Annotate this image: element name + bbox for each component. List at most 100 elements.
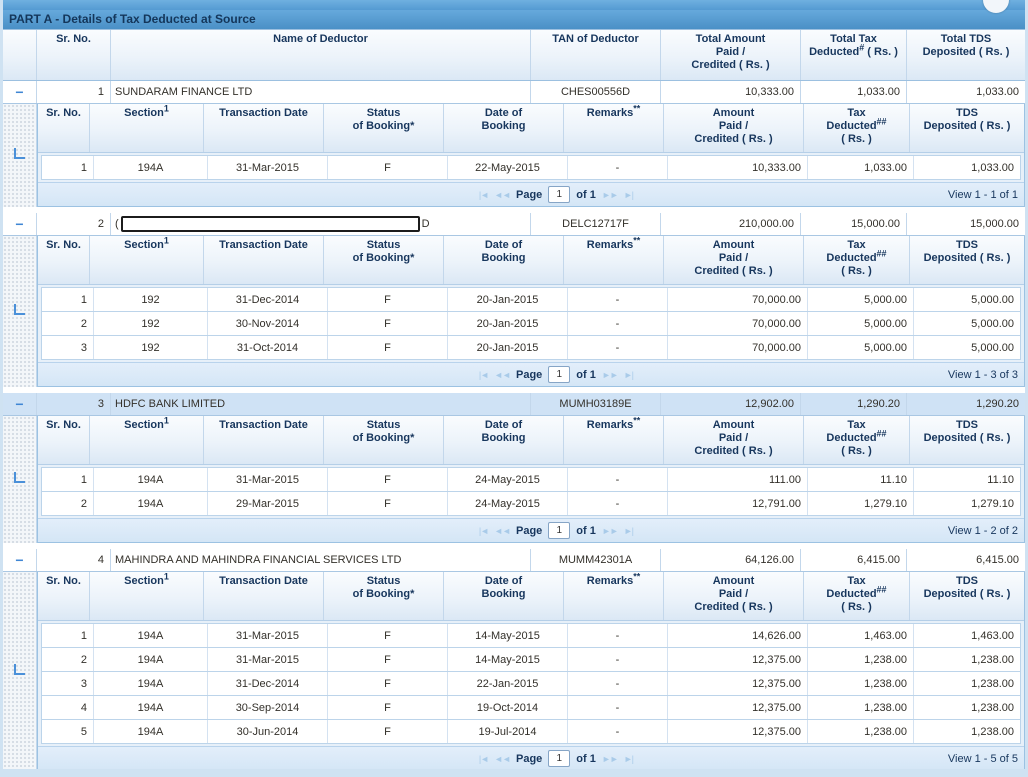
deductor-name: MAHINDRA AND MAHINDRA FINANCIAL SERVICES… xyxy=(111,549,531,571)
txn-tds: 1,238.00 xyxy=(971,725,1014,738)
prev-page-icon[interactable]: ◄◄ xyxy=(494,370,511,380)
txn-sr-no: 1 xyxy=(42,156,94,179)
subheader-amount-paid: Amount Paid / Credited ( Rs. ) xyxy=(664,416,804,464)
sub-table-header: Sr. No. Section1 Transaction Date Status… xyxy=(38,572,1024,621)
txn-tds: 1,238.00 xyxy=(971,701,1014,714)
first-page-icon[interactable]: |◄ xyxy=(479,370,489,380)
txn-amount: 12,375.00 xyxy=(668,720,808,743)
page-number-input[interactable] xyxy=(548,522,571,539)
subrows: 1 194A 31-Mar-2015 F 14-May-2015 - 14,62… xyxy=(38,621,1024,746)
subheader-tds-deposited: TDS Deposited ( Rs. ) xyxy=(923,239,1011,264)
txn-section: 192 xyxy=(94,288,208,311)
next-page-icon[interactable]: ►► xyxy=(602,370,619,380)
txn-booking-date: 20-Jan-2015 xyxy=(448,336,568,359)
subheader-amount-paid: Amount Paid / Credited ( Rs. ) xyxy=(664,572,804,620)
page-number-input[interactable] xyxy=(548,186,571,203)
txn-remarks: - xyxy=(568,492,668,515)
transaction-row: 4 194A 30-Sep-2014 F 19-Oct-2014 - 12,37… xyxy=(41,696,1021,720)
view-range-label: View 1 - 5 of 5 xyxy=(947,752,1018,765)
txn-tds: 1,238.00 xyxy=(971,653,1014,666)
prev-page-icon[interactable]: ◄◄ xyxy=(494,526,511,536)
txn-booking-date: 24-May-2015 xyxy=(448,492,568,515)
txn-amount: 70,000.00 xyxy=(668,288,808,311)
txn-booking-date: 19-Jul-2014 xyxy=(448,720,568,743)
page-of-label: of 1 xyxy=(576,752,596,765)
txn-amount: 12,791.00 xyxy=(668,492,808,515)
deductor-total-tax: 15,000.00 xyxy=(801,213,907,235)
txn-booking-date: 14-May-2015 xyxy=(448,624,568,647)
txn-status: F xyxy=(328,696,448,719)
next-page-icon[interactable]: ►► xyxy=(602,190,619,200)
subheader-date-of-booking: Date of Booking xyxy=(444,572,564,620)
transaction-row: 2 194A 31-Mar-2015 F 14-May-2015 - 12,37… xyxy=(41,648,1021,672)
txn-booking-date: 22-May-2015 xyxy=(448,156,568,179)
subheader-tds-deposited: TDS Deposited ( Rs. ) xyxy=(923,419,1011,444)
txn-tax: 1,238.00 xyxy=(808,672,914,695)
subrows: 1 192 31-Dec-2014 F 20-Jan-2015 - 70,000… xyxy=(38,285,1024,362)
txn-sr-no: 2 xyxy=(42,492,94,515)
header-sr-no: Sr. No. xyxy=(37,30,111,80)
prev-page-icon[interactable]: ◄◄ xyxy=(494,754,511,764)
txn-section: 194A xyxy=(94,156,208,179)
txn-tds: 11.10 xyxy=(987,473,1014,486)
collapse-icon[interactable]: − xyxy=(3,553,36,567)
transaction-row: 1 192 31-Dec-2014 F 20-Jan-2015 - 70,000… xyxy=(41,287,1021,312)
page-label: Page xyxy=(516,524,543,537)
transaction-row: 3 192 31-Oct-2014 F 20-Jan-2015 - 70,000… xyxy=(41,336,1021,360)
subheader-section: Section1 xyxy=(90,104,204,152)
first-page-icon[interactable]: |◄ xyxy=(479,190,489,200)
txn-booking-date: 20-Jan-2015 xyxy=(448,288,568,311)
first-page-icon[interactable]: |◄ xyxy=(479,754,489,764)
prev-page-icon[interactable]: ◄◄ xyxy=(494,190,511,200)
last-page-icon[interactable]: ►| xyxy=(624,526,634,536)
deductor-total-amount: 64,126.00 xyxy=(661,549,801,571)
subheader-remarks: Remarks** xyxy=(564,236,664,284)
deductor-tan: CHES00556D xyxy=(531,81,661,103)
deductor-summary-row: − 1 SUNDARAM FINANCE LTD CHES00556D 10,3… xyxy=(3,81,1025,104)
subheader-section: Section1 xyxy=(90,572,204,620)
deductor-summary-row: − 2 ( D DELC12717F 210,000.00 15,000.00 … xyxy=(3,213,1025,236)
txn-sr-no: 4 xyxy=(42,696,94,719)
subgrid-gutter xyxy=(3,236,37,387)
transaction-row: 5 194A 30-Jun-2014 F 19-Jul-2014 - 12,37… xyxy=(41,720,1021,744)
subgrid-gutter xyxy=(3,104,37,207)
subheader-sr-no: Sr. No. xyxy=(38,236,90,284)
deductor-block: − 3 HDFC BANK LIMITED MUMH03189E 12,902.… xyxy=(3,393,1025,543)
txn-status: F xyxy=(328,720,448,743)
deductor-name: HDFC BANK LIMITED xyxy=(111,393,531,415)
subheader-transaction-date: Transaction Date xyxy=(204,104,324,152)
page-number-input[interactable] xyxy=(548,366,571,383)
txn-tax: 1,238.00 xyxy=(808,720,914,743)
collapse-icon[interactable]: − xyxy=(3,85,36,99)
txn-section: 194A xyxy=(94,492,208,515)
subheader-transaction-date: Transaction Date xyxy=(204,572,324,620)
sub-table-header: Sr. No. Section1 Transaction Date Status… xyxy=(38,416,1024,465)
txn-status: F xyxy=(328,492,448,515)
header-name-of-deductor: Name of Deductor xyxy=(111,30,531,80)
last-page-icon[interactable]: ►| xyxy=(624,370,634,380)
txn-remarks: - xyxy=(568,624,668,647)
last-page-icon[interactable]: ►| xyxy=(624,754,634,764)
subgrid-pager: |◄ ◄◄ Page of 1 ►► ►| View 1 - 3 of 3 xyxy=(38,362,1024,386)
next-page-icon[interactable]: ►► xyxy=(602,526,619,536)
last-page-icon[interactable]: ►| xyxy=(624,190,634,200)
transactions-subgrid: Sr. No. Section1 Transaction Date Status… xyxy=(3,416,1025,543)
next-page-icon[interactable]: ►► xyxy=(602,754,619,764)
page-number-input[interactable] xyxy=(548,750,571,767)
txn-status: F xyxy=(328,336,448,359)
deductor-tan: MUMM42301A xyxy=(531,549,661,571)
txn-section: 194A xyxy=(94,672,208,695)
collapse-icon[interactable]: − xyxy=(3,397,36,411)
deductor-total-tds: 6,415.00 xyxy=(976,554,1019,566)
subgrid-elbow-icon xyxy=(14,148,25,159)
txn-remarks: - xyxy=(568,672,668,695)
first-page-icon[interactable]: |◄ xyxy=(479,526,489,536)
txn-section: 194A xyxy=(94,648,208,671)
subheader-tax-deducted: Tax Deducted## ( Rs. ) xyxy=(804,104,910,152)
collapse-icon[interactable]: − xyxy=(3,217,36,231)
transactions-subgrid: Sr. No. Section1 Transaction Date Status… xyxy=(3,104,1025,207)
deductor-total-tds: 1,290.20 xyxy=(976,398,1019,410)
txn-transaction-date: 31-Oct-2014 xyxy=(208,336,328,359)
page-of-label: of 1 xyxy=(576,188,596,201)
txn-tds: 5,000.00 xyxy=(971,293,1014,306)
